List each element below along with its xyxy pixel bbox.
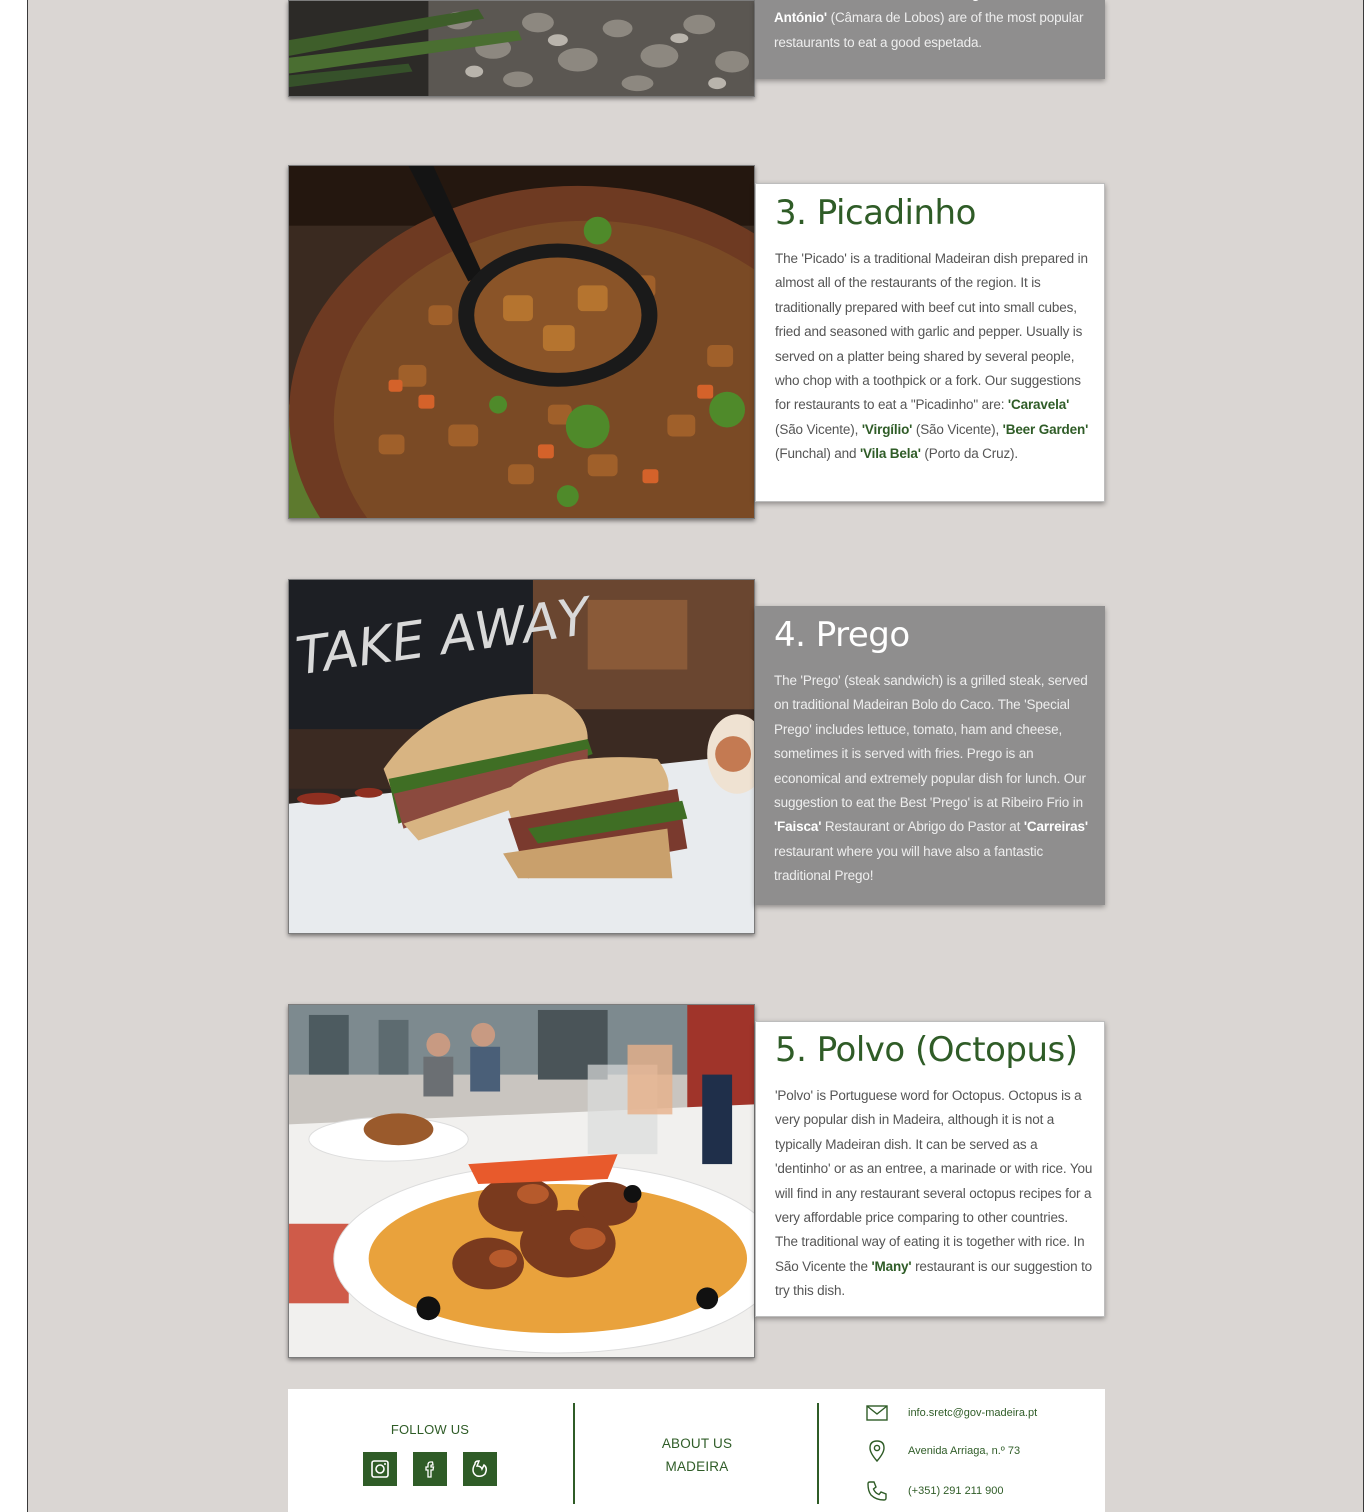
espetada-card: on fire. The restaurant 'Polar', 'Lagar'…	[755, 0, 1105, 79]
restaurant-name: 'Polar'	[907, 0, 946, 1]
restaurant-name: 'Lagar'	[953, 0, 995, 1]
restaurant-name: 'Virgílio'	[861, 421, 913, 437]
prego-photo: TAKE AWAY	[288, 579, 755, 934]
address-row: Avenida Arriaga, n.º 73	[866, 1439, 1020, 1463]
restaurant-name: 'Vila Bela'	[859, 446, 921, 462]
text-segment: The 'Prego' (steak sandwich) is a grille…	[774, 673, 1088, 811]
about-us-line2: MADEIRA	[665, 1459, 729, 1474]
text-segment: 'Polvo' is Portuguese word for Octopus. …	[775, 1088, 1093, 1274]
footer: FOLLOW US ABOUT US MADEIRA info.sretc@go…	[288, 1389, 1105, 1512]
polvo-title: 5. Polvo (Octopus)	[775, 1030, 1078, 1070]
tripadvisor-icon[interactable]	[463, 1452, 497, 1486]
picadinho-title: 3. Picadinho	[775, 193, 976, 233]
restaurant-name: 'Many'	[871, 1258, 912, 1274]
about-us-line1: ABOUT US	[661, 1436, 733, 1451]
polvo-card: 5. Polvo (Octopus) 'Polvo' is Portuguese…	[755, 1021, 1105, 1317]
text-segment: (São Vicente),	[912, 421, 1003, 437]
envelope-icon	[866, 1402, 888, 1424]
footer-divider-2	[817, 1403, 819, 1504]
restaurant-name: 'Beer Garden'	[1002, 421, 1089, 437]
text-segment: (Porto da Cruz).	[920, 446, 1018, 462]
polvo-text: 'Polvo' is Portuguese word for Octopus. …	[775, 1084, 1094, 1304]
phone-icon	[866, 1480, 888, 1502]
text-segment: ,	[946, 0, 953, 1]
text-segment: or	[995, 0, 1014, 1]
restaurant-name: 'Faisca'	[774, 819, 822, 835]
picadinho-card: 3. Picadinho The 'Picado' is a tradition…	[755, 183, 1105, 502]
text-segment: The 'Picado' is a traditional Madeiran d…	[775, 251, 1088, 413]
picadinho-text: The 'Picado' is a traditional Madeiran d…	[775, 247, 1094, 467]
location-pin-icon	[866, 1440, 888, 1462]
polvo-photo	[288, 1004, 755, 1358]
espetada-photo	[288, 0, 755, 97]
prego-title: 4. Prego	[774, 615, 910, 655]
text-segment: restaurant where you will have also a fa…	[774, 843, 1044, 884]
about-us-madeira-link[interactable]: ABOUT US MADEIRA	[638, 1432, 756, 1478]
footer-divider-1	[573, 1403, 575, 1504]
text-segment: (São Vicente),	[775, 421, 862, 437]
espetada-text: on fire. The restaurant 'Polar', 'Lagar'…	[774, 0, 1095, 55]
email-row[interactable]: info.sretc@gov-madeira.pt	[866, 1401, 1037, 1425]
prego-text: The 'Prego' (steak sandwich) is a grille…	[774, 669, 1095, 889]
facebook-icon[interactable]	[413, 1452, 447, 1486]
restaurant-name: 'Carreiras'	[1023, 819, 1088, 835]
phone-row[interactable]: (+351) 291 211 900	[866, 1479, 1004, 1503]
phone-text: (+351) 291 211 900	[908, 1485, 1004, 1497]
follow-us-label: FOLLOW US	[390, 1422, 470, 1437]
text-segment: on fire. The restaurant	[774, 0, 907, 1]
restaurant-name: 'Caravela'	[1007, 397, 1070, 413]
address-text: Avenida Arriaga, n.º 73	[908, 1445, 1021, 1457]
email-text: info.sretc@gov-madeira.pt	[908, 1407, 1038, 1419]
picadinho-photo	[288, 165, 755, 519]
instagram-icon[interactable]	[363, 1452, 397, 1486]
text-segment: (Funchal) and	[775, 446, 860, 462]
text-segment: Restaurant or Abrigo do Pastor at	[821, 819, 1024, 835]
prego-card: 4. Prego The 'Prego' (steak sandwich) is…	[755, 606, 1105, 905]
